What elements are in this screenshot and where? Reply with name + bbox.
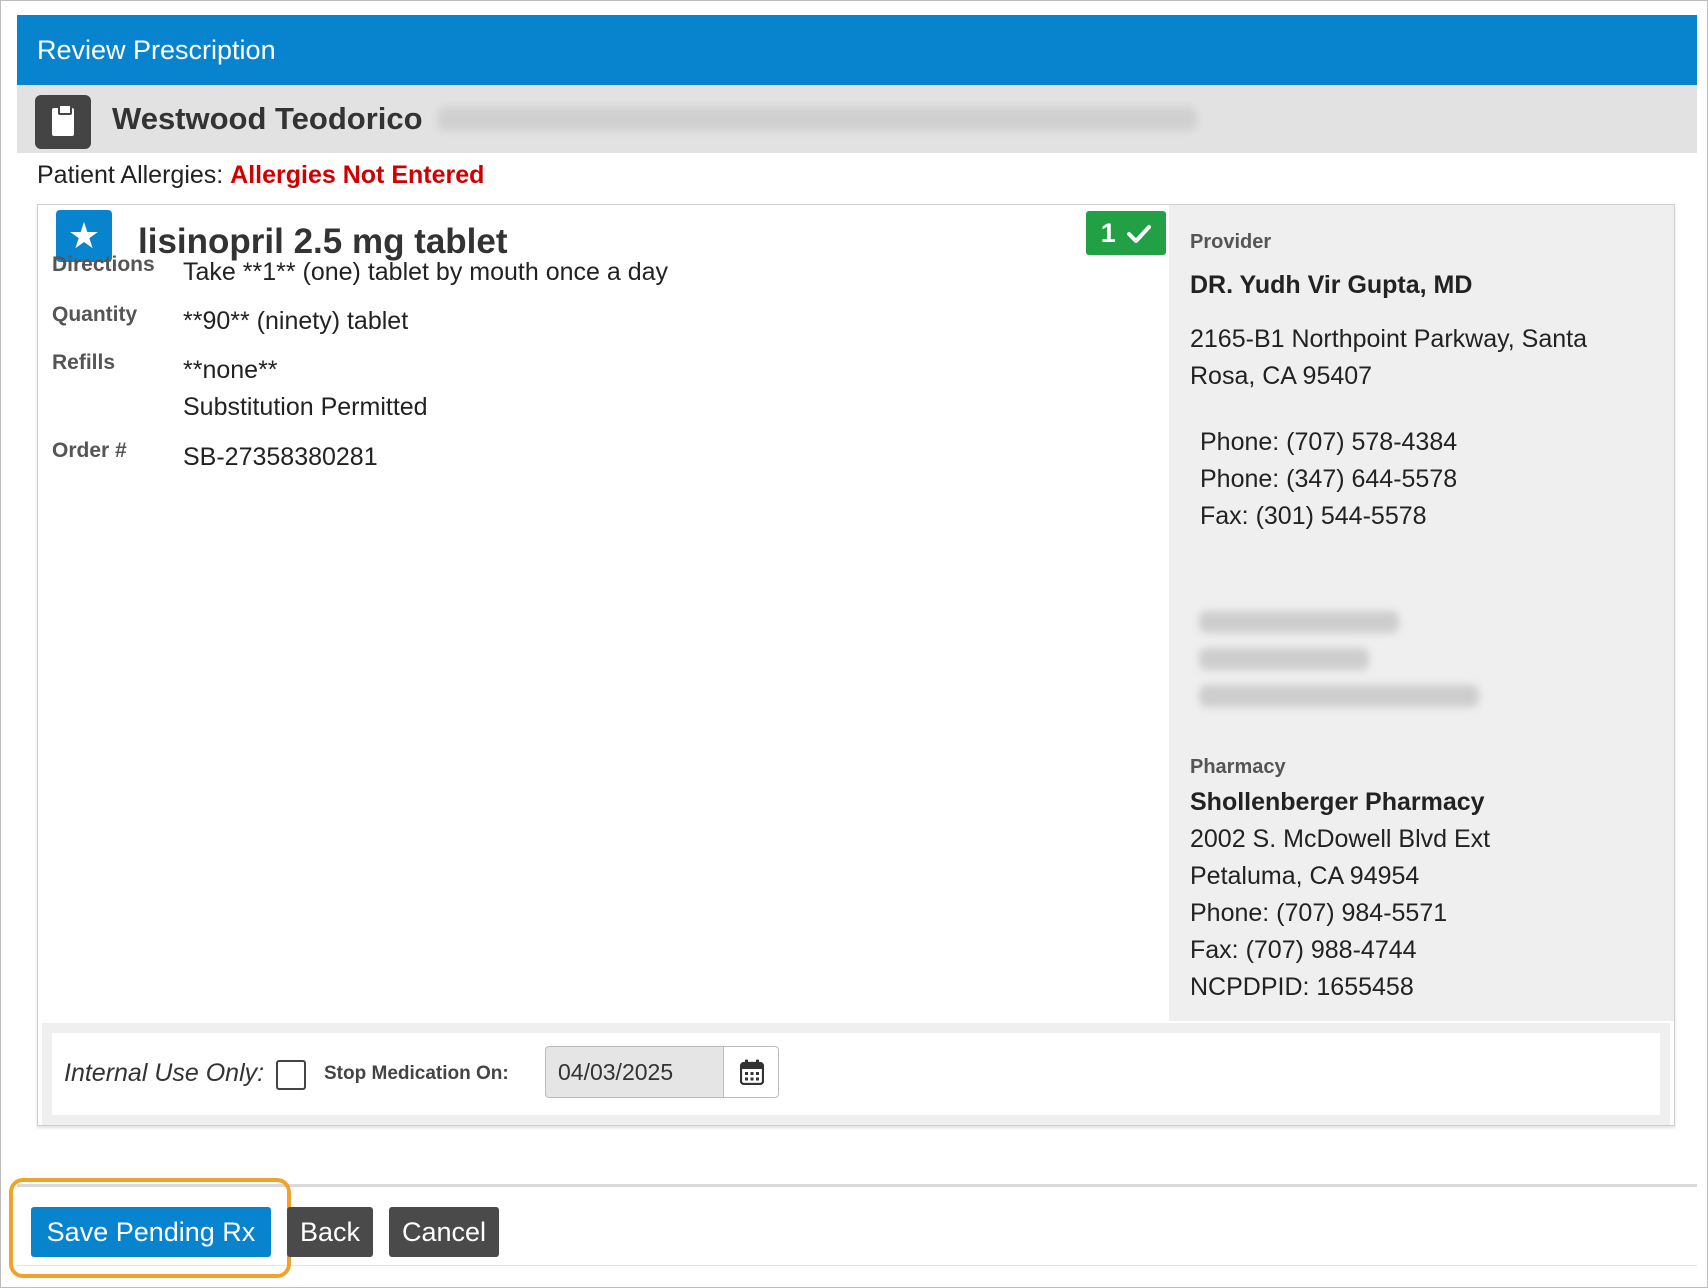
quantity-value: **90** (ninety) tablet [183,307,409,335]
provider-section-label: Provider [1190,231,1272,253]
provider-dea-redacted [1199,648,1369,670]
patient-name: Westwood Teodorico [112,101,423,136]
refills-value: **none** [183,356,278,384]
pharmacy-address-line2: Petaluma, CA 94954 [1190,862,1420,890]
pharmacy-section-label: Pharmacy [1190,756,1286,778]
allergies-label: Patient Allergies: [37,161,224,189]
save-pending-rx-button[interactable]: Save Pending Rx [31,1207,271,1257]
dialog-title: Review Prescription [37,35,276,65]
internal-use-bar: Internal Use Only: Stop Medication On: [52,1033,1660,1115]
order-value: SB-27358380281 [183,443,378,471]
calendar-icon [740,1059,764,1085]
quantity-label: Quantity [52,303,138,326]
provider-license-redacted [1199,685,1479,707]
drug-name: lisinopril 2.5 mg tablet [138,222,508,261]
allergies-value: Allergies Not Entered [230,161,485,189]
refills-label: Refills [52,351,116,374]
checkmark-icon [1127,225,1152,243]
patient-bar: Westwood Teodorico [17,85,1697,153]
clipboard-icon [35,95,91,149]
provider-pharmacy-panel: Provider DR. Yudh Vir Gupta, MD 2165-B1 … [1169,205,1674,1021]
provider-npi-redacted [1199,611,1399,633]
stop-medication-label: Stop Medication On: [324,1063,509,1084]
internal-use-checkbox[interactable] [276,1060,306,1090]
pharmacy-ncpdpid: NCPDPID: 1655458 [1190,973,1414,1001]
directions-value: Take **1** (one) tablet by mouth once a … [183,258,669,286]
pharmacy-phone: Phone: (707) 984-5571 [1190,899,1448,927]
validation-badge[interactable]: 1 [1086,211,1166,255]
cancel-button[interactable]: Cancel [389,1207,499,1257]
provider-phone-1: Phone: (707) 578-4384 [1200,428,1458,456]
dialog-header: Review Prescription [17,15,1697,85]
calendar-button[interactable] [723,1046,779,1098]
internal-use-label: Internal Use Only: [64,1059,265,1087]
back-button[interactable]: Back [287,1207,373,1257]
prescription-card: ★ lisinopril 2.5 mg tablet 1 Directions … [37,204,1675,1126]
patient-allergies: Patient Allergies: Allergies Not Entered [37,161,484,190]
provider-fax: Fax: (301) 544-5578 [1200,502,1427,530]
patient-details-redacted [437,107,1197,131]
directions-label: Directions [52,253,155,276]
pharmacy-address-line1: 2002 S. McDowell Blvd Ext [1190,825,1491,853]
stop-date-input[interactable] [545,1046,723,1098]
pharmacy-fax: Fax: (707) 988-4744 [1190,936,1417,964]
provider-address-line1: 2165-B1 Northpoint Parkway, Santa [1190,325,1587,353]
pharmacy-name: Shollenberger Pharmacy [1190,788,1485,816]
badge-count: 1 [1100,218,1116,248]
review-prescription-dialog: Review Prescription Westwood Teodorico P… [0,0,1708,1288]
order-label: Order # [52,439,127,462]
provider-phone-2: Phone: (347) 644-5578 [1200,465,1458,493]
substitution-value: Substitution Permitted [183,393,428,421]
provider-address-line2: Rosa, CA 95407 [1190,362,1373,390]
provider-name: DR. Yudh Vir Gupta, MD [1190,271,1473,299]
